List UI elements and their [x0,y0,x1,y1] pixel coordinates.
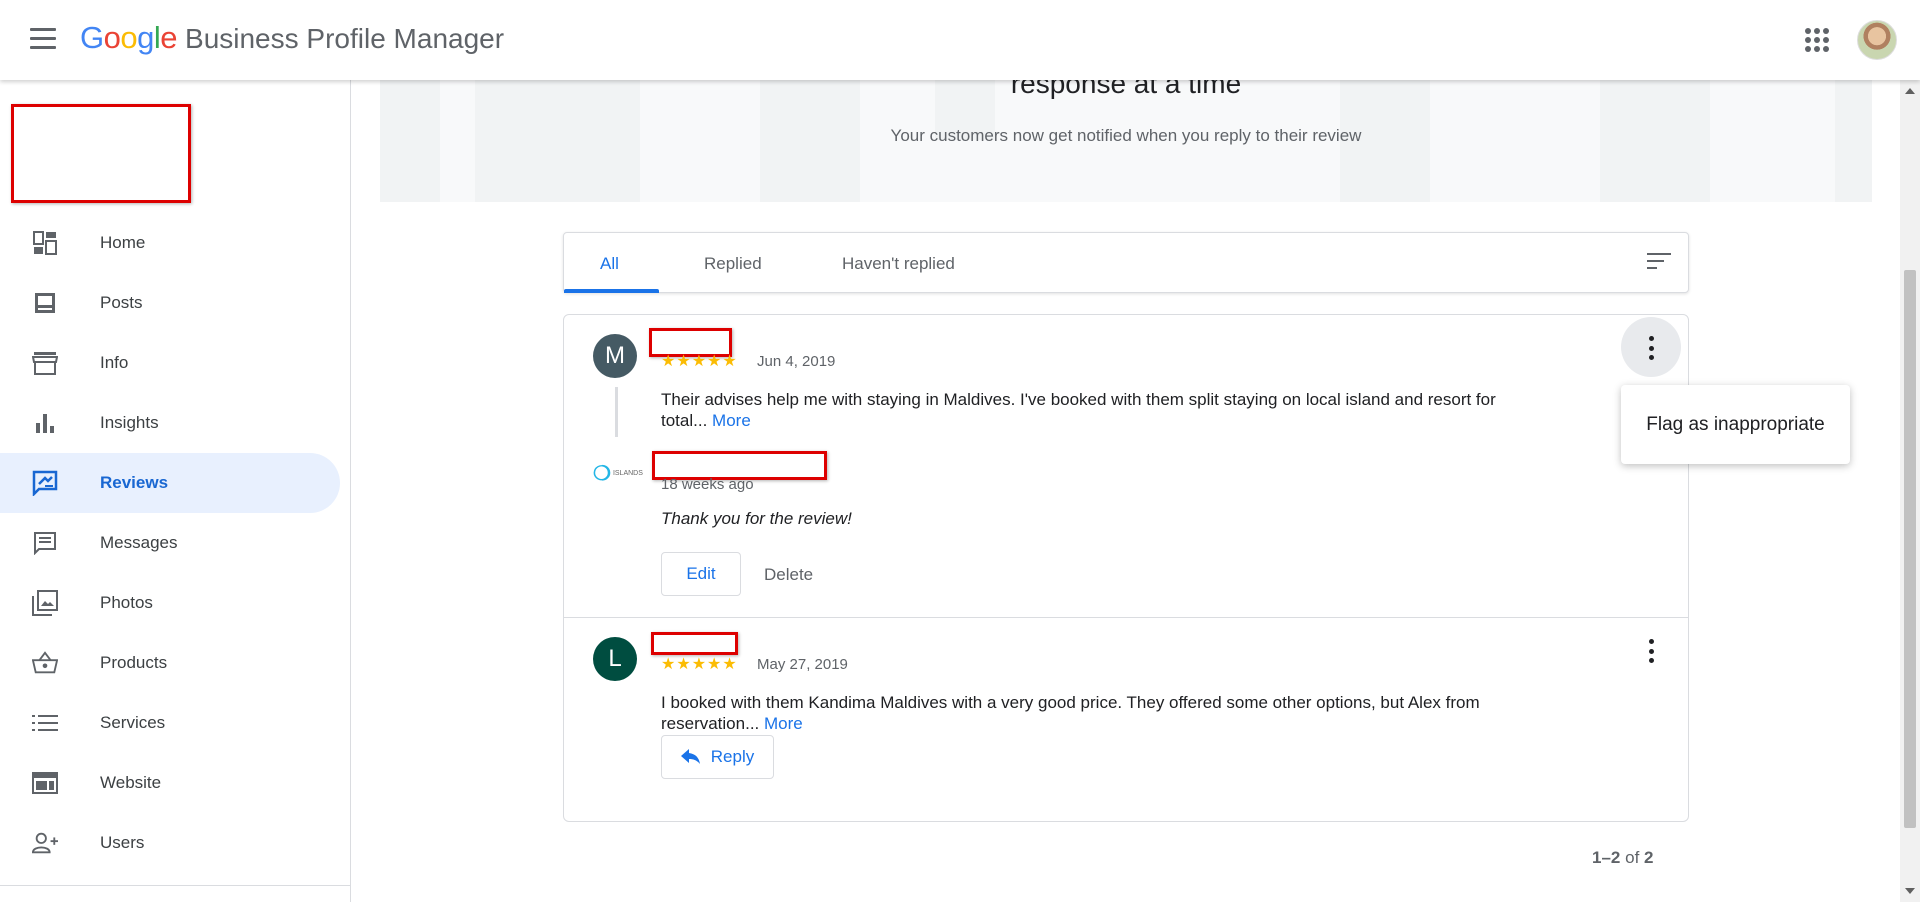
review-options-button[interactable] [1648,336,1654,360]
sidebar-divider [0,885,351,886]
sidebar-item-posts[interactable]: Posts [0,273,340,333]
reply-arrow-icon [680,749,700,764]
reply-button[interactable]: Reply [661,735,774,779]
tab-all[interactable]: All [590,233,629,294]
reviewer-avatar: L [593,637,637,681]
sidebar-item-home[interactable]: Home [0,213,340,273]
product-name: Business Profile Manager [185,23,505,54]
delete-reply-button[interactable]: Delete [764,565,813,585]
edit-reply-button[interactable]: Edit [661,552,741,596]
sidebar-item-label: Photos [100,593,153,612]
sidebar-item-label: Services [100,713,166,732]
sort-button[interactable] [1647,253,1671,273]
banner-subtitle: Your customers now get notified when you… [890,126,1362,145]
posts-icon [32,290,58,316]
sidebar-item-label: Users [100,833,145,852]
sidebar-item-products[interactable]: Products [0,633,340,693]
sort-icon [1647,253,1671,255]
sidebar-item-info[interactable]: Info [0,333,340,393]
sidebar-item-services[interactable]: Services [0,693,340,753]
flag-as-inappropriate-menu-item[interactable]: Flag as inappropriate [1621,385,1850,464]
person-add-icon [32,830,58,856]
review-date: May 27, 2019 [757,656,848,673]
sidebar-item-label: Messages [100,533,178,552]
sidebar-item-users[interactable]: Users [0,813,340,873]
rate-review-icon [32,470,58,496]
apps-grid-icon [1805,28,1811,34]
scroll-thumb[interactable] [1904,270,1916,828]
reply-time: 18 weeks ago [661,476,754,493]
review-thread-line [615,387,618,437]
business-logo: ❍ ISLANDS [593,462,643,485]
sidebar-item-label: Posts [100,293,143,312]
review-date: Jun 4, 2019 [757,353,836,370]
review-divider [564,617,1688,618]
sidebar-item-label: Reviews [100,473,169,492]
message-icon [32,530,58,556]
bar-chart-icon [32,410,58,436]
star-rating: ★★★★★ [661,656,738,673]
active-tab-indicator [564,289,659,293]
list-icon [32,710,58,736]
page-scrollbar[interactable] [1900,80,1920,902]
google-wordmark: Google [80,20,178,55]
apps-grid-button[interactable] [1805,28,1829,52]
sidebar-item-label: Info [100,353,129,372]
review-text: Their advises help me with staying in Ma… [661,390,1496,430]
main-content: response at a time Your customers now ge… [352,80,1900,902]
sidebar-item-messages[interactable]: Messages [0,513,340,573]
sidebar-item-label: Home [100,233,146,252]
redacted-reviewer-name [651,632,738,655]
store-icon [32,350,58,376]
more-vert-icon [1648,639,1654,644]
banner-title: response at a time [1010,80,1242,99]
review-options-button[interactable] [1648,639,1654,663]
dashboard-icon [32,230,58,256]
review-text: I booked with them Kandima Maldives with… [661,693,1480,733]
more-vert-icon [1648,336,1654,341]
reviewer-avatar: M [593,334,637,378]
sidebar-item-website[interactable]: Website [0,753,340,813]
account-avatar[interactable] [1857,20,1897,60]
product-logo[interactable]: Google Business Profile Manager [80,20,504,56]
sidebar: Home Posts Info Insights Reviews Messages Phot… [0,80,351,902]
web-icon [32,770,58,796]
hamburger-icon [30,28,56,31]
redacted-business-name [11,104,191,203]
reviews-list: M ★★★★★ Jun 4, 2019 Their advises help m… [563,314,1689,822]
tab-havent-replied[interactable]: Haven't replied [832,233,965,294]
reply-banner: response at a time Your customers now ge… [380,80,1872,202]
more-link[interactable]: More [712,411,751,430]
photos-icon [32,590,58,616]
main-menu-button[interactable] [30,28,56,50]
sidebar-item-reviews[interactable]: Reviews [0,453,340,513]
tab-replied[interactable]: Replied [694,233,772,294]
sidebar-item-photos[interactable]: Photos [0,573,340,633]
drop-logo-icon: ❍ [593,462,611,485]
basket-icon [32,650,58,676]
sidebar-item-label: Insights [100,413,159,432]
sidebar-item-label: Website [100,773,162,792]
star-rating: ★★★★★ [661,353,738,370]
pagination-label: 1–2 of 2 [1592,848,1654,867]
sidebar-item-insights[interactable]: Insights [0,393,340,453]
app-header: Google Business Profile Manager [0,0,1920,80]
scroll-down-arrow-icon[interactable] [1905,888,1915,894]
sidebar-item-label: Products [100,653,168,672]
scroll-up-arrow-icon[interactable] [1905,88,1915,94]
more-link[interactable]: More [764,714,803,733]
review-filter-tabs: All Replied Haven't replied [563,232,1689,293]
reply-text: Thank you for the review! [661,509,852,528]
